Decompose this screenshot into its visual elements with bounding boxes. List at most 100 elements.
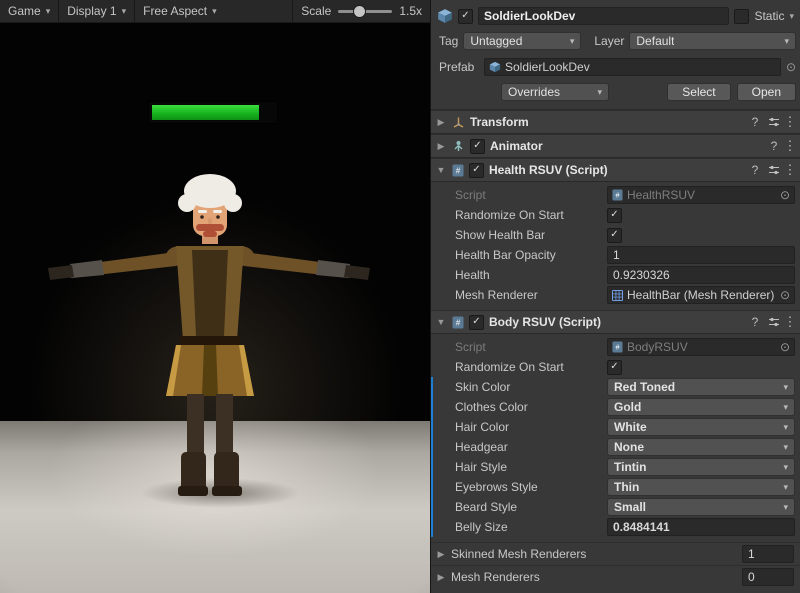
headgear-dropdown[interactable]: None ▾ — [607, 438, 795, 456]
prefab-override-indicator — [431, 437, 433, 457]
foldout-icon[interactable]: ▶ — [435, 117, 447, 128]
chevron-down-icon: ▾ — [783, 482, 788, 493]
foldout-icon[interactable]: ▼ — [435, 165, 447, 175]
health-input[interactable] — [607, 266, 795, 284]
body-rsuv-component-header[interactable]: ▼ # ✓ Body RSUV (Script) ? ⋮ — [431, 310, 800, 334]
prefab-object-field[interactable]: SoldierLookDev — [484, 58, 781, 76]
mesh-renderers-count[interactable] — [742, 568, 794, 586]
foldout-icon[interactable]: ▶ — [435, 572, 447, 583]
prefab-override-indicator — [431, 417, 433, 437]
health-rsuv-component-header[interactable]: ▼ # ✓ Health RSUV (Script) ? ⋮ — [431, 158, 800, 182]
open-button-label: Open — [752, 85, 781, 99]
randomize-on-start-checkbox[interactable]: ✓ — [607, 208, 622, 223]
field-label: Hair Style — [431, 460, 607, 474]
check-icon: ✓ — [461, 11, 469, 21]
static-flags-chevron-icon[interactable]: ▾ — [789, 11, 794, 22]
body-rsuv-body: Script # BodyRSUV ⊙ Randomize On Start ✓ — [431, 334, 800, 542]
display-dropdown[interactable]: Display 1 ▾ — [59, 0, 135, 22]
component-title: Animator — [490, 139, 762, 153]
eyebrows-style-dropdown[interactable]: Thin ▾ — [607, 478, 795, 496]
object-picker-icon[interactable]: ⊙ — [780, 188, 790, 202]
dropdown-value: Tintin — [614, 460, 646, 474]
mesh-renderer-object-field[interactable]: HealthBar (Mesh Renderer) ⊙ — [607, 286, 795, 304]
field-label: Show Health Bar — [431, 228, 607, 242]
field-label: Eyebrows Style — [431, 480, 607, 494]
eyebrows-style-row: Eyebrows Style Thin ▾ — [431, 477, 800, 497]
foldout-icon[interactable]: ▶ — [435, 141, 447, 152]
tag-dropdown[interactable]: Untagged ▾ — [463, 32, 581, 50]
prefab-row: Prefab SoldierLookDev ⊙ — [435, 57, 796, 77]
game-view-toolbar: Game ▾ Display 1 ▾ Free Aspect ▾ Scale 1… — [0, 0, 430, 23]
presets-icon[interactable] — [767, 116, 781, 128]
transform-component-header[interactable]: ▶ Transform ? ⋮ — [431, 110, 800, 134]
prefab-label: Prefab — [439, 60, 479, 74]
randomize-on-start-row: Randomize On Start ✓ — [431, 205, 800, 225]
inspector-panel: ✓ Static ▾ Tag Untagged ▾ Layer Default … — [431, 0, 800, 593]
layer-dropdown[interactable]: Default ▾ — [629, 32, 796, 50]
presets-icon[interactable] — [767, 316, 781, 328]
prefab-name: SoldierLookDev — [505, 60, 776, 74]
kebab-menu-icon[interactable]: ⋮ — [786, 314, 794, 330]
help-icon[interactable]: ? — [748, 163, 762, 177]
field-label: Health Bar Opacity — [431, 248, 607, 262]
open-button[interactable]: Open — [737, 83, 796, 101]
component-title: Body RSUV (Script) — [489, 315, 743, 329]
static-checkbox[interactable] — [734, 9, 749, 24]
help-icon[interactable]: ? — [767, 139, 781, 153]
skinned-mesh-renderers-foldout[interactable]: ▶ Skinned Mesh Renderers — [431, 542, 800, 565]
active-checkbox[interactable]: ✓ — [458, 9, 473, 24]
select-button[interactable]: Select — [667, 83, 730, 101]
script-row: Script # BodyRSUV ⊙ — [431, 337, 800, 357]
hair-style-dropdown[interactable]: Tintin ▾ — [607, 458, 795, 476]
kebab-menu-icon[interactable]: ⋮ — [786, 114, 794, 130]
skin-color-dropdown[interactable]: Red Toned ▾ — [607, 378, 795, 396]
object-picker-icon[interactable]: ⊙ — [786, 60, 796, 74]
foldout-icon[interactable]: ▶ — [435, 549, 447, 560]
beard-style-dropdown[interactable]: Small ▾ — [607, 498, 795, 516]
kebab-menu-icon[interactable]: ⋮ — [786, 162, 794, 178]
object-picker-icon[interactable]: ⊙ — [780, 288, 790, 302]
chevron-down-icon: ▾ — [46, 6, 51, 17]
mesh-renderer-value: HealthBar (Mesh Renderer) — [627, 288, 776, 302]
help-icon[interactable]: ? — [748, 315, 762, 329]
script-name: HealthRSUV — [627, 188, 776, 202]
show-health-bar-row: Show Health Bar ✓ — [431, 225, 800, 245]
health-enabled-checkbox[interactable]: ✓ — [469, 163, 484, 178]
kebab-menu-icon[interactable]: ⋮ — [786, 138, 794, 154]
field-label: Health — [431, 268, 607, 282]
scale-slider-knob[interactable] — [354, 6, 365, 17]
tag-label: Tag — [439, 34, 458, 48]
foldout-label: Mesh Renderers — [451, 570, 738, 584]
belly-size-input[interactable] — [607, 518, 795, 536]
script-object-field: # BodyRSUV ⊙ — [607, 338, 795, 356]
overrides-dropdown[interactable]: Overrides ▾ — [501, 83, 609, 101]
chevron-down-icon: ▾ — [783, 422, 788, 433]
presets-icon[interactable] — [767, 164, 781, 176]
script-name: BodyRSUV — [627, 340, 776, 354]
prefab-cube-icon — [437, 8, 453, 24]
mesh-renderers-foldout[interactable]: ▶ Mesh Renderers — [431, 565, 800, 588]
animator-component-header[interactable]: ▶ ✓ Animator ? ⋮ — [431, 134, 800, 158]
show-health-bar-checkbox[interactable]: ✓ — [607, 228, 622, 243]
health-bar-opacity-input[interactable] — [607, 246, 795, 264]
body-enabled-checkbox[interactable]: ✓ — [469, 315, 484, 330]
chevron-down-icon: ▾ — [122, 6, 127, 17]
game-tab-dropdown[interactable]: Game ▾ — [0, 0, 59, 22]
help-icon[interactable]: ? — [748, 115, 762, 129]
clothes-color-dropdown[interactable]: Gold ▾ — [607, 398, 795, 416]
chevron-down-icon: ▾ — [784, 36, 789, 47]
svg-text:#: # — [456, 318, 461, 327]
aspect-dropdown[interactable]: Free Aspect ▾ — [135, 0, 293, 22]
animator-enabled-checkbox[interactable]: ✓ — [470, 139, 485, 154]
game-viewport[interactable] — [0, 23, 430, 593]
gameobject-name-input[interactable] — [478, 7, 729, 25]
hair-color-dropdown[interactable]: White ▾ — [607, 418, 795, 436]
foldout-icon[interactable]: ▼ — [435, 317, 447, 327]
scale-slider[interactable] — [338, 10, 392, 13]
skinned-mesh-renderers-count[interactable] — [742, 545, 794, 563]
tag-layer-row: Tag Untagged ▾ Layer Default ▾ — [435, 31, 796, 51]
script-icon: # — [612, 341, 623, 353]
layer-label: Layer — [594, 34, 624, 48]
randomize-on-start-checkbox[interactable]: ✓ — [607, 360, 622, 375]
object-picker-icon[interactable]: ⊙ — [780, 340, 790, 354]
